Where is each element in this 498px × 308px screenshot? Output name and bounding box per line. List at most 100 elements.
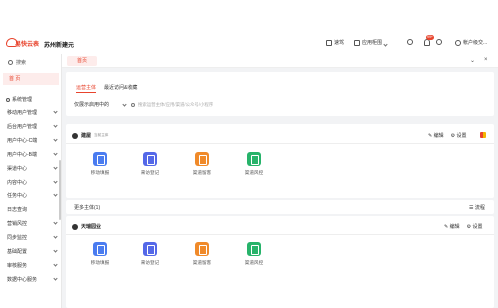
app-label: 渠道留客 [192,170,212,175]
sidebar-item-label: 数据中心服务 [7,277,38,283]
register-icon [143,242,157,256]
entity-search-placeholder: 搜索运营主体/应用/渠道/公众号/小程序 [138,102,214,107]
app-mobile-fill[interactable]: 移动填报 [83,152,117,176]
account-menu[interactable]: 帐户级交... [455,39,487,46]
sidebar-item-label: 同步监控 [7,235,28,241]
settings-button[interactable]: ⚙ 设置 [467,223,483,230]
more-entities-title: 更多主体(1) [74,205,101,211]
app-channel-risk[interactable]: 渠道风控 [237,242,271,266]
user-icon [455,39,461,46]
app-channel-risk[interactable]: 渠道风控 [237,152,271,176]
chevron-down-icon [53,109,58,114]
app-channel-retain[interactable]: 渠道留客 [185,242,219,266]
sidebar-item[interactable]: 营销风控 [7,218,61,230]
current-entity-tag: 当前主体 [94,133,109,137]
sidebar-item[interactable]: 数据中心服务 [7,274,61,286]
flow-button[interactable]: ☰ 流程 [469,204,485,211]
sidebar-item[interactable]: 日志查询 [7,204,61,216]
tab-entities[interactable]: 运营主体 [76,84,96,91]
chevron-down-icon[interactable]: ⌄ [470,57,475,64]
chevron-down-icon [53,262,58,267]
filter-select-value: 仅展示启用中的 [74,102,110,108]
more-entities-bar [66,200,494,214]
chevron-down-icon [53,151,58,156]
account-name: 帐户级交... [463,40,488,46]
sidebar-item-label: 移动用户管理 [7,110,38,116]
chevron-down-icon [383,41,388,47]
sidebar-search-label: 搜索 [16,60,27,66]
edit-button[interactable]: ✎ 编辑 [444,223,460,230]
entity-card-actions: ✎ 编辑 ⚙ 设置 [428,132,467,139]
sidebar-search[interactable]: 搜索 [8,59,26,66]
tab-recent[interactable]: 最近访问&收藏 [104,84,137,91]
sidebar-item-label: 内容中心 [7,180,28,186]
sidebar-item[interactable]: 任务中心 [7,190,61,202]
app-market-label: 应用柜围 [362,40,383,46]
edit-button[interactable]: ✎ 编辑 [428,132,444,139]
app-mobile-fill[interactable]: 移动填报 [83,242,117,266]
entity-card-header: 天瑞园业 [72,223,101,230]
sidebar-item[interactable]: 渠道中心 [7,163,61,175]
sidebar-item[interactable]: 后台用户管理 [7,121,61,133]
entity-title: 天瑞园业 [81,224,102,230]
entity-logo [72,132,78,139]
entity-logo [72,223,78,230]
sidebar-item[interactable]: 基础配置 [7,246,61,258]
search-icon [131,102,135,107]
bell-icon[interactable] [424,39,430,46]
filter-select[interactable]: 仅展示启用中的 [74,100,127,110]
sidebar-item[interactable]: 用户中心-C端 [7,135,61,147]
sidebar-item-system[interactable]: 系统管理 [6,94,60,106]
entity-card [66,216,494,308]
app-market-icon [354,39,360,46]
sidebar-item[interactable]: 用户中心-B端 [7,149,61,161]
headset-icon [407,39,413,45]
sidebar-item-label: 日志查询 [7,207,28,213]
chevron-down-icon [53,137,58,142]
sidebar-item-label: 基础配置 [7,249,28,255]
sidebar-item-home[interactable]: 首 页 [3,73,59,85]
share-icon [195,242,209,256]
grid-icon[interactable] [480,132,486,138]
app-visit-register[interactable]: 来访登记 [133,242,167,266]
tenant-name[interactable]: 苏州新建元 [44,40,74,49]
notification-badge: 99+ [426,35,434,40]
sidebar-item[interactable]: 审核服务 [7,260,61,272]
logo: 易快云表 [6,38,39,48]
logo-text: 易快云表 [15,42,40,48]
close-icon[interactable]: × [484,57,488,63]
app-label: 移动填报 [90,170,110,175]
app-channel-retain[interactable]: 渠道留客 [185,152,219,176]
document-icon [93,242,107,256]
headset-button[interactable] [407,39,413,45]
sidebar-scrollbar[interactable] [59,160,61,220]
app-market-button[interactable]: 应用柜围 [354,39,388,47]
sidebar-item[interactable]: 同步监控 [7,232,61,244]
chevron-down-icon [53,234,58,239]
entity-title: 建屋 [81,133,92,139]
help-button[interactable] [436,39,442,45]
sidebar-item-label: 审核服务 [7,263,28,269]
search-icon [8,60,13,65]
gear-icon [6,97,10,102]
quick-button[interactable]: 速驾 [326,39,344,46]
sidebar-item[interactable]: 内容中心 [7,177,61,189]
sidebar-item-label: 后台用户管理 [7,124,38,130]
sidebar-item-label: 任务中心 [7,193,28,199]
settings-button[interactable]: ⚙ 设置 [451,132,467,139]
document-icon [93,152,107,166]
chevron-down-icon [53,192,58,197]
help-icon [436,39,442,45]
chevron-down-icon [53,248,58,253]
entity-card-header: 建屋 当前主体 [72,132,108,139]
active-tab-indicator [76,92,96,93]
app-label: 移动填报 [90,260,110,265]
entity-search-input[interactable]: 搜索运营主体/应用/渠道/公众号/小程序 [128,100,488,110]
sidebar-item[interactable]: 移动用户管理 [7,107,61,119]
divider [66,234,494,235]
shield-icon [247,152,261,166]
app-visit-register[interactable]: 来访登记 [133,152,167,176]
chevron-down-icon [122,102,127,107]
app-label: 渠道风控 [244,260,264,265]
tab-home[interactable]: 首页 [67,56,97,66]
